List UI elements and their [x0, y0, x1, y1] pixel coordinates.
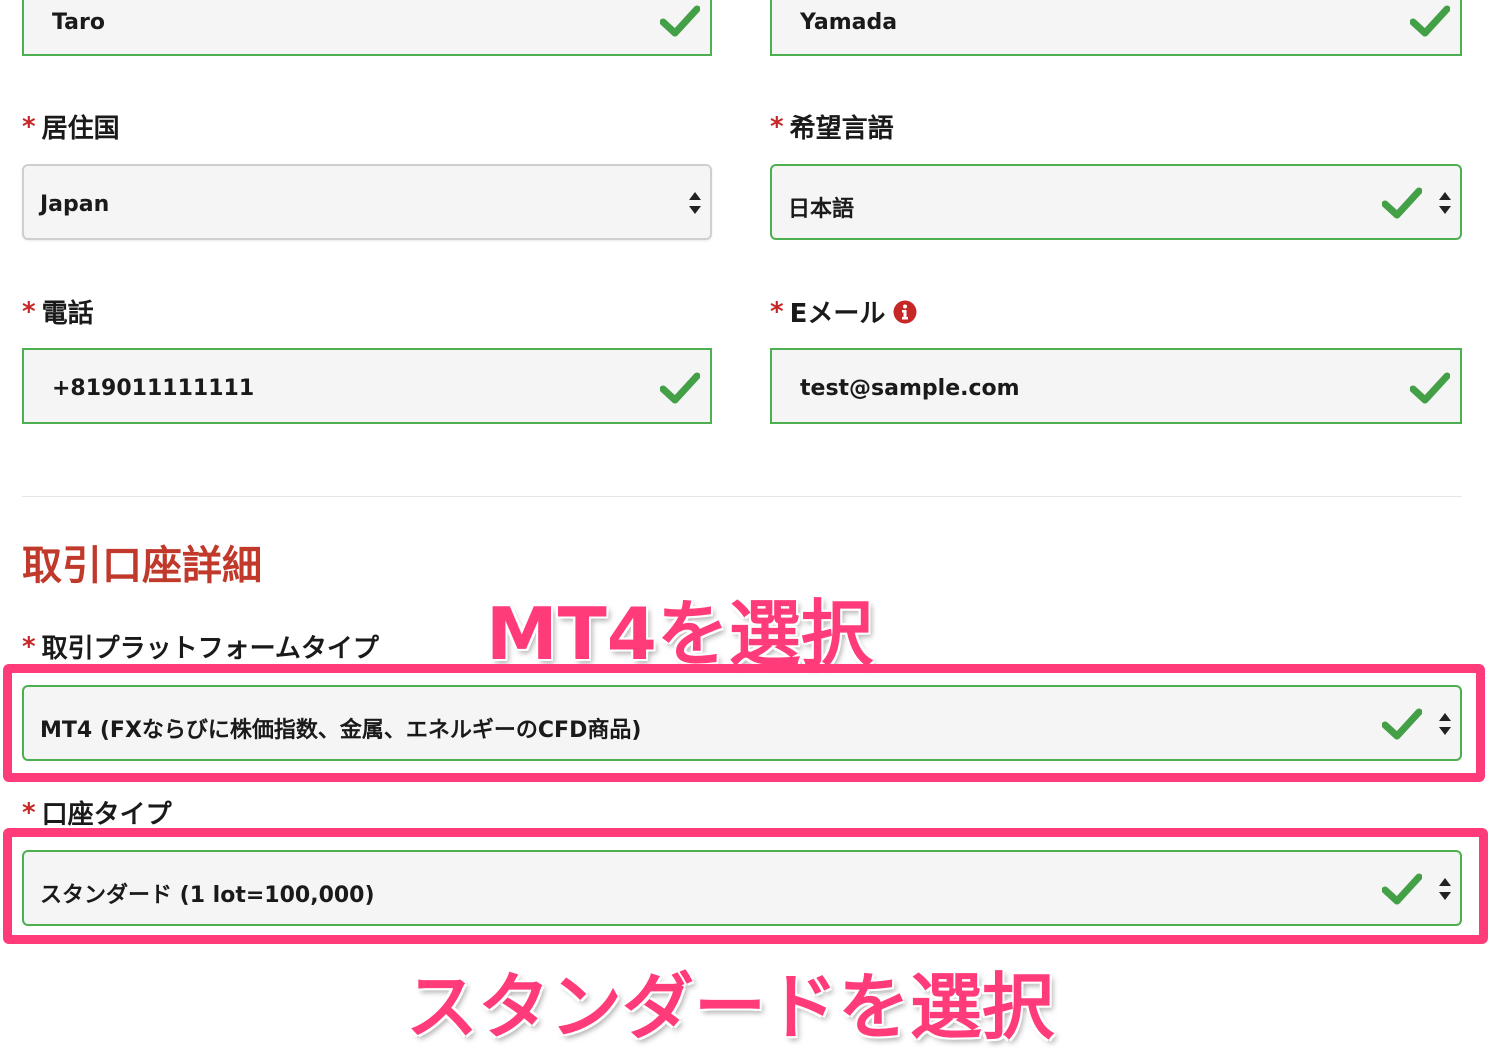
country-value: Japan — [40, 192, 110, 217]
check-icon — [1382, 187, 1422, 219]
required-mark: * — [22, 296, 36, 327]
email-value: test@sample.com — [800, 376, 1020, 401]
first-name-field[interactable]: Taro — [22, 0, 712, 56]
check-icon — [660, 372, 700, 404]
select-arrows-icon — [689, 192, 701, 214]
email-label-text: Eメール — [789, 299, 886, 329]
country-select[interactable]: Japan — [22, 164, 712, 240]
info-icon[interactable] — [893, 300, 917, 324]
select-arrows-icon — [1439, 713, 1451, 735]
language-label-text: 希望言語 — [789, 114, 894, 144]
select-arrows-icon — [1439, 878, 1451, 900]
required-mark: * — [22, 797, 36, 828]
account-type-label: * 口座タイプ — [22, 794, 172, 831]
account-type-label-text: 口座タイプ — [41, 800, 172, 830]
check-icon — [1410, 5, 1450, 37]
country-label-text: 居住国 — [41, 114, 120, 144]
required-mark: * — [770, 111, 784, 142]
account-type-annotation: スタンダードを選択 — [406, 965, 1055, 1049]
email-input[interactable]: test@sample.com — [770, 348, 1462, 424]
account-type-value: スタンダード (1 lot=100,000) — [40, 883, 375, 908]
section-divider — [22, 496, 1462, 497]
check-icon — [1382, 873, 1422, 905]
last-name-value: Yamada — [800, 10, 898, 35]
platform-label-text: 取引プラットフォームタイプ — [41, 634, 379, 664]
country-label: * 居住国 — [22, 108, 120, 145]
phone-value: +819011111111 — [52, 376, 255, 401]
required-mark: * — [22, 111, 36, 142]
check-icon — [1410, 372, 1450, 404]
email-label: * Eメール — [770, 293, 917, 330]
first-name-value: Taro — [52, 10, 105, 35]
phone-label-text: 電話 — [41, 299, 94, 329]
platform-value: MT4 (FXならびに株価指数、金属、エネルギーのCFD商品) — [40, 718, 642, 743]
required-mark: * — [22, 631, 36, 662]
account-type-select[interactable]: スタンダード (1 lot=100,000) — [22, 850, 1462, 926]
platform-select[interactable]: MT4 (FXならびに株価指数、金属、エネルギーのCFD商品) — [22, 685, 1462, 761]
account-section-title: 取引口座詳細 — [22, 543, 262, 589]
language-select[interactable]: 日本語 — [770, 164, 1462, 240]
select-arrows-icon — [1439, 192, 1451, 214]
platform-label: * 取引プラットフォームタイプ — [22, 628, 379, 665]
required-mark: * — [770, 296, 784, 327]
phone-label: * 電話 — [22, 293, 94, 330]
check-icon — [660, 5, 700, 37]
language-value: 日本語 — [788, 197, 855, 222]
check-icon — [1382, 708, 1422, 740]
phone-input[interactable]: +819011111111 — [22, 348, 712, 424]
language-label: * 希望言語 — [770, 108, 894, 145]
last-name-field[interactable]: Yamada — [770, 0, 1462, 56]
